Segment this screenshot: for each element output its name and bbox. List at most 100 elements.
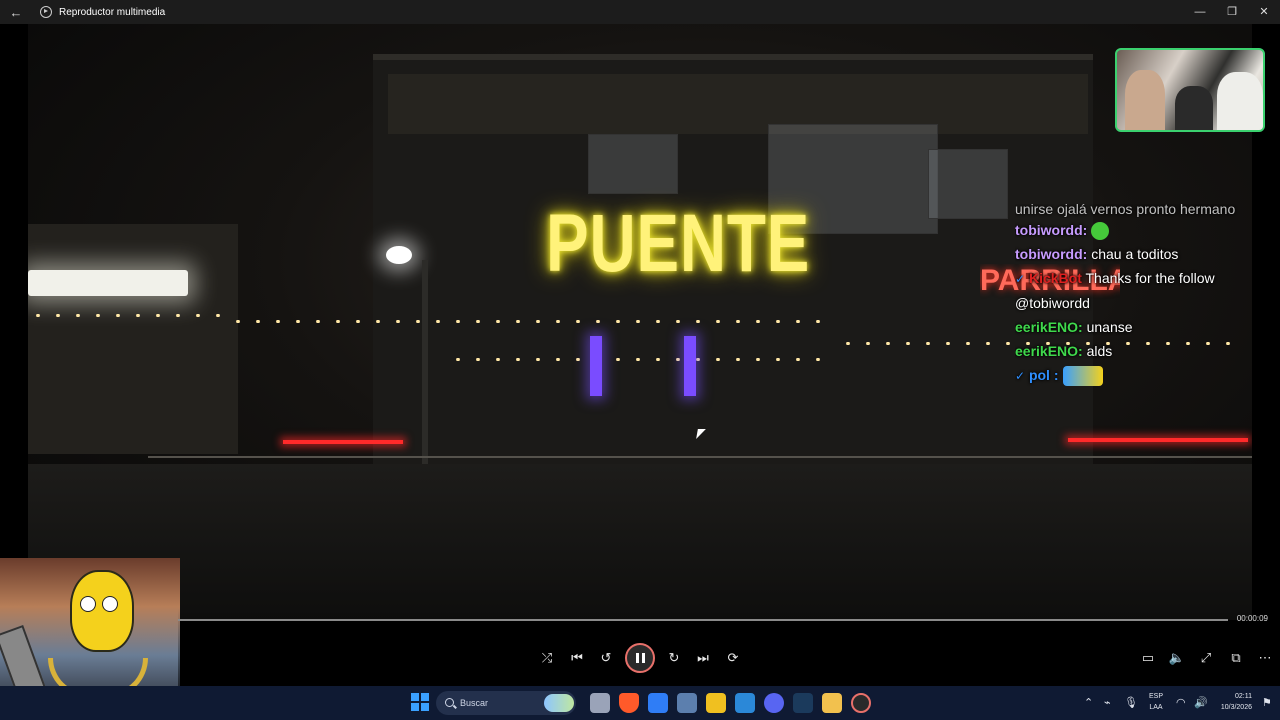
windows-logo-icon xyxy=(421,703,429,711)
close-button[interactable]: ✕ xyxy=(1248,0,1280,24)
cartoon-eye xyxy=(80,596,96,612)
chat-text: chau a toditos xyxy=(1087,246,1179,262)
language-bottom: LAA xyxy=(1149,704,1163,711)
player-controls: 00:00:09 ⤮ ⏮ ↺ ↻ ⏭ ⟳ ▭ 🔈 ⤢ ⧉ ⋯ xyxy=(178,608,1280,688)
verified-badge-icon: ✓ xyxy=(1015,272,1026,286)
fullscreen-button[interactable]: ⤢ xyxy=(1194,644,1218,672)
more-options-button[interactable]: ⋯ xyxy=(1253,644,1277,672)
maximize-button[interactable]: ❐ xyxy=(1216,0,1248,24)
chat-overlay: unirse ojalá vernos pronto hermano tobiw… xyxy=(1015,204,1280,388)
cast-button[interactable]: ⧉ xyxy=(1224,644,1248,672)
red-light-strip xyxy=(283,440,403,444)
chat-username: eerikENO: xyxy=(1015,343,1083,359)
street-lamp xyxy=(386,246,412,264)
person xyxy=(1125,70,1165,130)
notification-icon[interactable]: ⚑ xyxy=(1262,696,1272,709)
window-title: Reproductor multimedia xyxy=(59,6,166,18)
chat-message: tobiwordd: chau a toditos xyxy=(1015,242,1280,266)
miniplayer-button[interactable]: ▭ xyxy=(1136,644,1160,672)
chat-username: tobiwordd: xyxy=(1015,246,1088,262)
building-window xyxy=(928,149,1008,219)
taskbar-search[interactable]: Buscar xyxy=(436,691,576,715)
windows-logo-icon xyxy=(411,693,419,701)
verified-badge-icon: ✓ xyxy=(1015,369,1026,383)
violet-light xyxy=(590,336,602,396)
forward-button[interactable]: ↻ xyxy=(662,644,686,672)
task-view-icon[interactable] xyxy=(590,693,610,713)
brave-browser-icon[interactable] xyxy=(619,693,639,713)
sticky-app-icon[interactable] xyxy=(706,693,726,713)
clock-date: 10/3/2026 xyxy=(1220,704,1252,711)
pause-button[interactable] xyxy=(625,643,655,673)
chat-message: tobiwordd: xyxy=(1015,218,1280,242)
seek-bar[interactable] xyxy=(178,619,1228,621)
chat-username: pol : xyxy=(1028,367,1059,383)
string-lights xyxy=(228,320,828,323)
wifi-icon[interactable]: ◠ xyxy=(1176,696,1186,709)
chat-message: @tobiwordd xyxy=(1015,291,1280,315)
clock-time: 02:11 xyxy=(1235,693,1252,700)
language-top: ESP xyxy=(1148,693,1163,700)
media-player-app-icon xyxy=(40,6,52,18)
start-button[interactable] xyxy=(411,693,429,711)
chat-message: ✓ KickBot Thanks for the follow xyxy=(1015,266,1280,291)
discord-icon[interactable] xyxy=(764,693,784,713)
language-indicator[interactable]: ESP LAA xyxy=(1146,691,1166,713)
violet-light xyxy=(684,336,696,396)
person xyxy=(1175,86,1213,130)
rewind-button[interactable]: ↺ xyxy=(594,644,618,672)
building-window xyxy=(588,134,678,194)
sidewalk xyxy=(28,464,1252,620)
repeat-button[interactable]: ⟳ xyxy=(721,644,745,672)
clock[interactable]: 02:11 10/3/2026 xyxy=(1212,691,1252,713)
title-bar: ← Reproductor multimedia — ❐ ✕ xyxy=(0,0,1280,24)
calculator-icon[interactable] xyxy=(677,693,697,713)
red-light-strip xyxy=(1068,438,1248,442)
previous-button[interactable]: ⏮ xyxy=(565,644,589,672)
tray-overflow-chevron-icon[interactable]: ⌃ xyxy=(1084,696,1093,709)
chat-text: @tobiwordd xyxy=(1015,295,1090,311)
microphone-icon[interactable]: 🎙 xyxy=(1124,696,1138,709)
steam-icon[interactable] xyxy=(793,693,813,713)
media-player-window: ← Reproductor multimedia — ❐ ✕ PUENTE PA… xyxy=(0,0,1280,720)
neon-sign: PUENTE xyxy=(546,198,811,289)
chat-message: ✓ pol : xyxy=(1015,363,1280,388)
back-button[interactable]: ← xyxy=(0,5,32,20)
light-panel xyxy=(28,270,188,296)
notepad-icon[interactable] xyxy=(648,693,668,713)
green-emote-icon xyxy=(1091,222,1110,241)
chat-text: alds xyxy=(1082,343,1113,359)
minimize-button[interactable]: — xyxy=(1184,0,1216,24)
chat-username: tobiwordd: xyxy=(1015,222,1088,238)
chat-message: eerikENO: unanse xyxy=(1015,315,1280,339)
chat-username: eerikENO: xyxy=(1015,319,1083,335)
string-lights xyxy=(28,314,228,317)
windows-logo-icon xyxy=(421,693,429,701)
shuffle-button[interactable]: ⤮ xyxy=(535,644,559,672)
webcam-overlay xyxy=(1115,48,1265,132)
photos-icon[interactable] xyxy=(735,693,755,713)
window-controls: — ❐ ✕ xyxy=(1184,0,1280,24)
cartoon-head xyxy=(70,570,134,652)
network-icon[interactable]: ⌁ xyxy=(1104,696,1111,709)
control-buttons-row: ⤮ ⏮ ↺ ↻ ⏭ ⟳ ▭ 🔈 ⤢ ⧉ ⋯ xyxy=(178,643,1280,673)
speaker-icon[interactable]: 🔊 xyxy=(1194,696,1208,709)
chat-message: eerikENO: alds xyxy=(1015,339,1280,363)
search-highlight-icon xyxy=(544,694,574,712)
volume-button[interactable]: 🔈 xyxy=(1165,644,1189,672)
search-placeholder: Buscar xyxy=(460,698,489,708)
chat-text: Thanks for the follow xyxy=(1081,270,1215,286)
system-tray: ⌃ ⌁ 🎙 ESP LAA ◠ 🔊 02:11 10/3/2026 ⚑ xyxy=(1080,686,1280,720)
chat-username: KickBot xyxy=(1028,270,1082,286)
file-explorer-icon[interactable] xyxy=(822,693,842,713)
string-lights xyxy=(448,358,828,361)
time-display: 00:00:09 xyxy=(1236,614,1268,623)
railing xyxy=(148,456,1252,458)
next-button[interactable]: ⏭ xyxy=(691,644,715,672)
person xyxy=(1217,72,1263,130)
cartoon-eye xyxy=(102,596,118,612)
building-balcony xyxy=(388,74,1088,134)
chat-message-cut: unirse ojalá vernos pronto hermano xyxy=(1015,204,1236,217)
windows-logo-icon xyxy=(411,703,419,711)
media-player-taskbar-icon[interactable] xyxy=(851,693,871,713)
